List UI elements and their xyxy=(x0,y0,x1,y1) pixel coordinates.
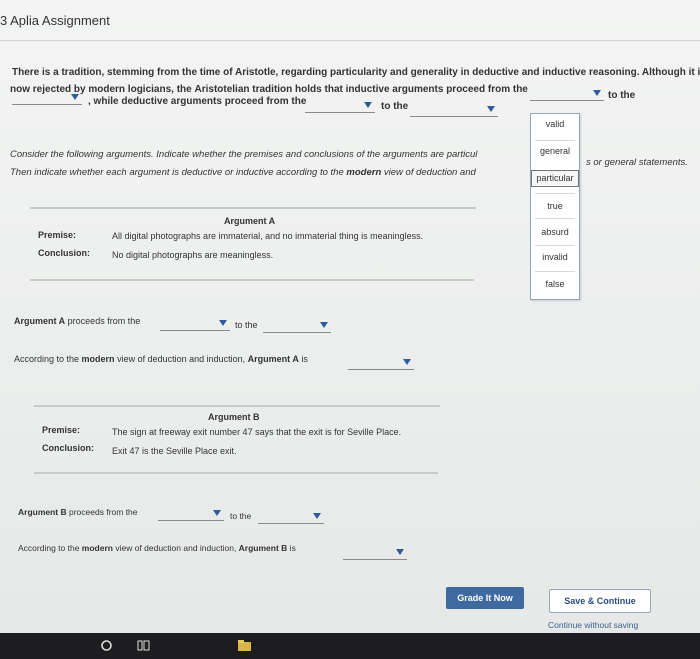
chevron-down-icon xyxy=(219,320,227,326)
divider xyxy=(34,472,438,474)
chevron-down-icon xyxy=(320,322,328,328)
chevron-down-icon xyxy=(213,510,221,516)
consider-line-2: Then indicate whether each argument is d… xyxy=(10,167,476,178)
dropdown-option-false[interactable]: false xyxy=(531,279,579,289)
argument-a-to-the: to the xyxy=(235,320,258,330)
argument-a-from-dropdown[interactable] xyxy=(160,318,230,331)
chevron-down-icon xyxy=(396,549,404,555)
grade-it-now-button[interactable]: Grade It Now xyxy=(446,587,524,609)
argument-a-to-dropdown[interactable] xyxy=(263,320,331,333)
argument-b-modern-text: According to the modern view of deductio… xyxy=(18,543,296,553)
continue-without-saving-link[interactable]: Continue without saving xyxy=(548,620,638,630)
argument-b-type-dropdown[interactable] xyxy=(343,547,407,560)
dropdown-option-true[interactable]: true xyxy=(531,201,579,211)
argument-b-conclusion: Exit 47 is the Seville Place exit. xyxy=(112,446,237,456)
argument-a-modern-text: According to the modern view of deductio… xyxy=(14,354,308,364)
option-separator xyxy=(535,245,575,246)
search-icon[interactable] xyxy=(100,639,113,652)
assignment-page: 3 Aplia Assignment There is a tradition,… xyxy=(0,0,700,659)
title-bar: 3 Aplia Assignment xyxy=(0,0,700,41)
conclusion-label: Conclusion: xyxy=(38,248,90,258)
argument-b-to-dropdown[interactable] xyxy=(258,511,324,524)
chevron-down-icon xyxy=(593,90,601,96)
argument-a-proceeds-text: Argument A proceeds from the xyxy=(14,316,141,326)
chevron-down-icon xyxy=(313,513,321,519)
option-separator xyxy=(535,193,575,194)
intro-to-the-1: to the xyxy=(608,90,636,101)
argument-a-heading: Argument A xyxy=(224,216,276,226)
divider xyxy=(30,207,476,209)
page-title: 3 Aplia Assignment xyxy=(0,13,110,28)
chevron-down-icon xyxy=(403,359,411,365)
inductive-from-dropdown[interactable] xyxy=(530,88,604,101)
dropdown-option-invalid[interactable]: invalid xyxy=(531,252,579,262)
intro-line-3: , while deductive arguments proceed from… xyxy=(88,96,307,107)
dropdown-options-popup: valid general particular true absurd inv… xyxy=(530,113,580,300)
argument-b-to-the: to the xyxy=(230,511,252,521)
intro-line-1: There is a tradition, stemming from the … xyxy=(12,67,700,78)
file-explorer-icon[interactable] xyxy=(237,639,251,652)
consider-line-1-tail: s or general statements. xyxy=(586,157,688,168)
task-view-icon[interactable] xyxy=(137,639,150,652)
premise-label: Premise: xyxy=(38,230,77,240)
deductive-from-dropdown[interactable] xyxy=(305,100,375,113)
chevron-down-icon xyxy=(71,94,79,100)
conclusion-label: Conclusion: xyxy=(42,443,94,453)
dropdown-option-valid[interactable]: valid xyxy=(531,119,579,129)
option-separator xyxy=(535,218,575,219)
argument-b-heading: Argument B xyxy=(208,412,260,422)
intro-to-the-2: to the xyxy=(381,101,409,112)
taskbar xyxy=(0,633,700,659)
argument-b-proceeds-text: Argument B proceeds from the xyxy=(18,507,138,517)
save-and-continue-button[interactable]: Save & Continue xyxy=(549,589,651,613)
argument-b-premise: The sign at freeway exit number 47 says … xyxy=(112,427,402,437)
option-separator xyxy=(535,271,575,272)
argument-a-premise: All digital photographs are immaterial, … xyxy=(112,231,424,241)
argument-a-type-dropdown[interactable] xyxy=(348,357,414,370)
premise-label: Premise: xyxy=(42,425,81,435)
dropdown-option-absurd[interactable]: absurd xyxy=(531,227,579,237)
argument-b-from-dropdown[interactable] xyxy=(158,508,224,521)
intro-line-2: now rejected by modern logicians, the Ar… xyxy=(10,84,528,95)
consider-line-1: Consider the following arguments. Indica… xyxy=(10,149,478,160)
argument-a-conclusion: No digital photographs are meaningless. xyxy=(112,250,274,260)
dropdown-option-general[interactable]: general xyxy=(531,146,579,156)
option-separator xyxy=(535,140,575,141)
deductive-to-dropdown[interactable] xyxy=(410,104,498,117)
divider xyxy=(30,279,474,281)
inductive-to-dropdown[interactable] xyxy=(12,92,82,105)
chevron-down-icon xyxy=(487,106,495,112)
chevron-down-icon xyxy=(364,102,372,108)
divider xyxy=(34,405,440,407)
dropdown-option-particular[interactable]: particular xyxy=(531,170,579,187)
